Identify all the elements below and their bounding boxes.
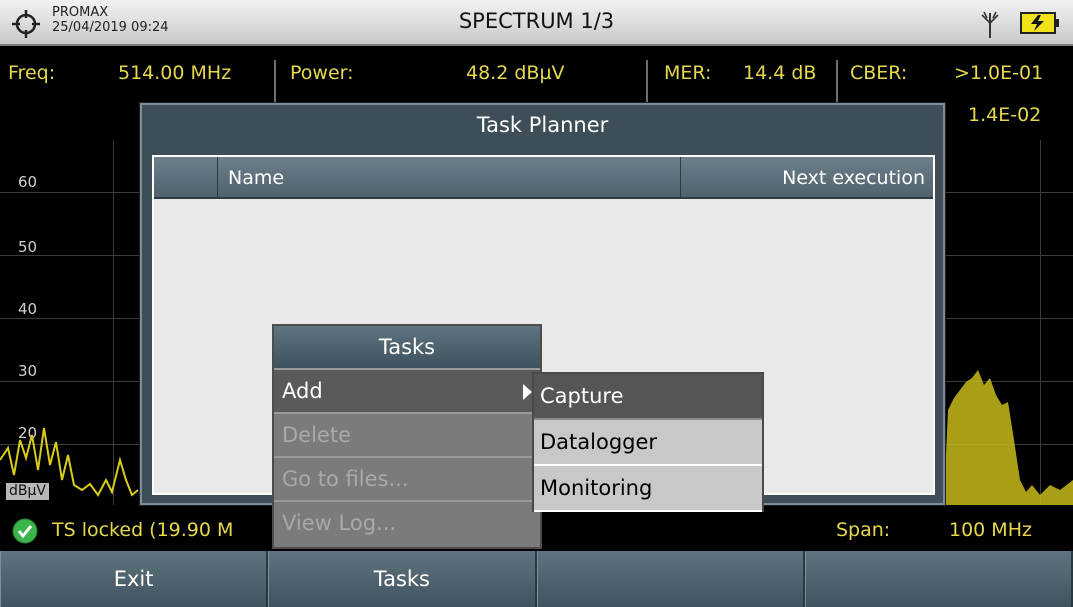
submenu-item-capture[interactable]: Capture (534, 374, 762, 420)
column-divider (680, 157, 681, 197)
antenna-icon (981, 11, 999, 38)
ts-locked-status: TS locked (19.90 M (52, 519, 234, 541)
cber-label: CBER: (850, 62, 908, 84)
softkey-3[interactable] (536, 551, 805, 607)
top-bar: PROMAX 25/04/2019 09:24 SPECTRUM 1/3 (0, 0, 1073, 46)
menu-item-go-to-files: Go to files... (274, 456, 540, 500)
submenu-arrow-icon (523, 384, 532, 400)
table-header: Name Next execution (154, 157, 933, 199)
softkey-bar: Exit Tasks (0, 551, 1073, 607)
tasks-button[interactable]: Tasks (268, 551, 537, 607)
column-header-name: Name (228, 167, 285, 189)
menu-item-delete: Delete (274, 412, 540, 456)
submenu-item-datalogger[interactable]: Datalogger (534, 420, 762, 466)
check-circle-icon (12, 518, 38, 544)
mer-value: 14.4 dB (743, 62, 817, 84)
add-submenu: Capture Datalogger Monitoring (532, 372, 764, 512)
column-header-select (154, 157, 218, 197)
screen-title: SPECTRUM 1/3 (458, 9, 615, 33)
y-unit-label: dBµV (6, 483, 49, 500)
span-label: Span: (836, 519, 891, 541)
cber-value: >1.0E-01 (954, 62, 1044, 84)
power-label: Power: (290, 62, 354, 84)
power-value: 48.2 dBµV (466, 62, 565, 84)
mer-label: MER: (664, 62, 712, 84)
menu-item-label: Add (282, 379, 323, 403)
span-value: 100 MHz (949, 519, 1032, 541)
freq-value: 514.00 MHz (118, 62, 232, 84)
menu-title: Tasks (274, 326, 540, 368)
dialog-title: Task Planner (476, 113, 609, 137)
exit-button[interactable]: Exit (0, 551, 269, 607)
column-header-next-execution: Next execution (782, 167, 925, 189)
freq-label: Freq: (8, 62, 56, 84)
menu-item-view-log: View Log... (274, 500, 540, 544)
menu-item-add[interactable]: Add (274, 368, 540, 412)
battery-charging-icon (1020, 12, 1059, 34)
vber-value: 1.4E-02 (968, 104, 1042, 126)
tasks-menu: Tasks Add Delete Go to files... View Log… (272, 324, 542, 549)
softkey-4[interactable] (804, 551, 1073, 607)
submenu-item-monitoring[interactable]: Monitoring (534, 466, 762, 512)
